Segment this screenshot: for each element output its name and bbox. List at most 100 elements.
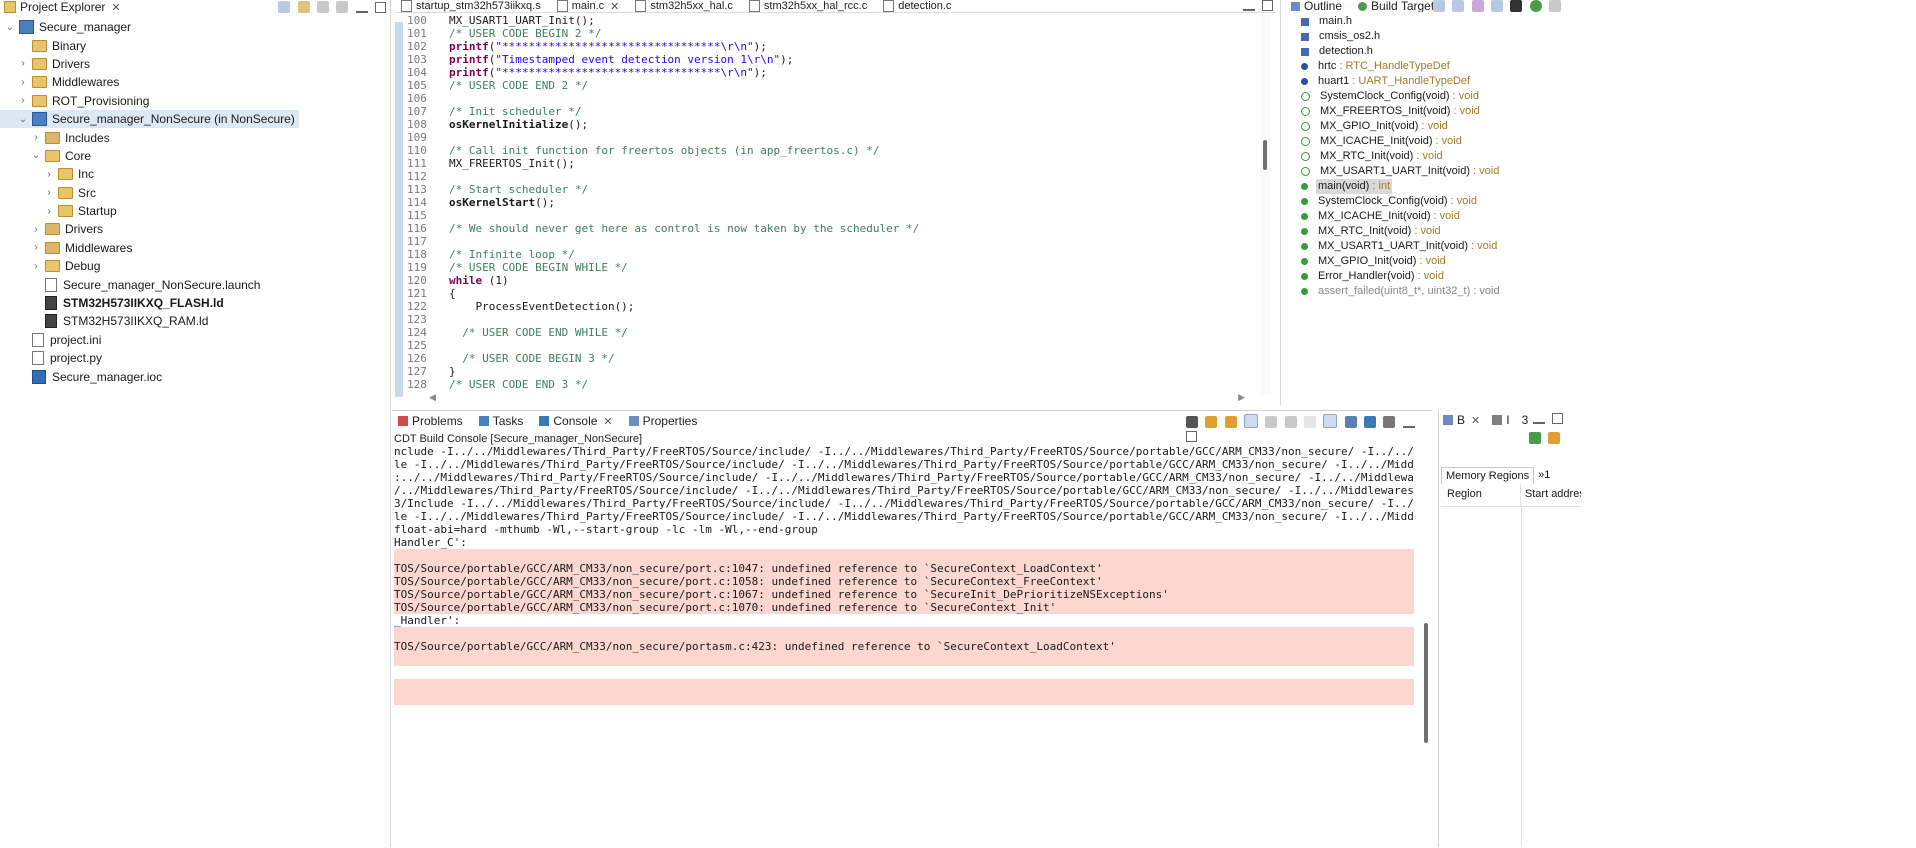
tree-item[interactable]: ⌄ Secure_manager_NonSecure (in NonSecure)	[0, 109, 299, 129]
tree-item[interactable]: › Src	[0, 184, 390, 202]
code-lines[interactable]: 100 MX_USART1_UART_Init(); 101 /* USER CODE…	[405, 14, 1265, 391]
outline-item[interactable]: MX_FREERTOS_Init(void) : void	[1281, 104, 1711, 119]
maximize-icon[interactable]	[375, 2, 386, 13]
copy-icon[interactable]	[1265, 416, 1278, 428]
sync-icon[interactable]	[1529, 0, 1542, 12]
outline-item[interactable]: MX_USART1_UART_Init(void) : void	[1281, 164, 1711, 179]
tree-item[interactable]: › Debug	[0, 257, 390, 275]
code-line[interactable]: 107 /* Init scheduler */	[405, 105, 1265, 118]
code-line[interactable]: 120 while (1)	[405, 274, 1265, 287]
outline-item[interactable]: MX_ICACHE_Init(void) : void	[1281, 134, 1711, 149]
code-line[interactable]: 122 ProcessEventDetection();	[405, 300, 1265, 313]
console-scrollbar-thumb[interactable]	[1424, 623, 1428, 743]
tree-item[interactable]: › Startup	[0, 202, 390, 220]
view-menu-icon[interactable]	[336, 1, 349, 13]
code-line[interactable]: 113 /* Start scheduler */	[405, 183, 1265, 196]
tree-item[interactable]: › Middlewares	[0, 73, 390, 91]
view-menu-icon[interactable]	[1549, 0, 1562, 12]
tab-build-analyzer[interactable]: B ✕	[1439, 410, 1491, 430]
console-tab[interactable]: Tasks	[473, 411, 534, 431]
chevron-right-icon[interactable]: ›	[43, 206, 55, 217]
column-header-region[interactable]: Region	[1441, 484, 1521, 506]
tab-memory-overflow[interactable]: »1	[1534, 469, 1554, 481]
close-icon[interactable]: ✕	[111, 1, 120, 14]
outline-item[interactable]: SystemClock_Config(void) : void	[1281, 194, 1711, 209]
tree-item[interactable]: ⌄ Core	[0, 147, 390, 165]
code-line[interactable]: 103 printf("Timestamped event detection v…	[405, 53, 1265, 66]
sort-icon[interactable]	[1433, 0, 1445, 12]
console-tab[interactable]: Console ✕	[533, 411, 623, 431]
chevron-right-icon[interactable]: ›	[17, 95, 29, 106]
editor-vertical-scrollbar[interactable]	[1261, 14, 1271, 394]
code-line[interactable]: 108 osKernelInitialize();	[405, 118, 1265, 131]
code-line[interactable]: 100 MX_USART1_UART_Init();	[405, 14, 1265, 27]
code-line[interactable]: 104 printf("*****************************…	[405, 66, 1265, 79]
code-line[interactable]: 128 /* USER CODE END 3 */	[405, 378, 1265, 391]
minimize-icon[interactable]	[1533, 416, 1545, 424]
scrollbar-thumb[interactable]	[1263, 140, 1267, 170]
word-wrap-icon[interactable]	[1304, 416, 1317, 428]
collapse-all-icon[interactable]	[278, 1, 291, 13]
link-editor-icon[interactable]	[297, 1, 310, 13]
outline-item[interactable]: Error_Handler(void) : void	[1281, 269, 1711, 284]
outline-item[interactable]: main.h	[1281, 14, 1711, 29]
outline-item[interactable]: cmsis_os2.h	[1281, 29, 1711, 44]
code-line[interactable]: 116 /* We should never get here as contro…	[405, 222, 1265, 235]
editor-tab[interactable]: stm32h5xx_hal_rcc.c	[743, 0, 877, 12]
tree-item[interactable]: › Drivers	[0, 220, 390, 238]
outline-item[interactable]: SystemClock_Config(void) : void	[1281, 89, 1711, 104]
code-line[interactable]: 118 /* Infinite loop */	[405, 248, 1265, 261]
code-line[interactable]: 101 /* USER CODE BEGIN 2 */	[405, 27, 1265, 40]
outline-item[interactable]: huart1 : UART_HandleTypeDef	[1281, 74, 1711, 89]
previous-error-icon[interactable]	[1224, 416, 1237, 428]
close-icon[interactable]: ✕	[1471, 414, 1480, 427]
code-line[interactable]: 112	[405, 170, 1265, 183]
open-console-icon[interactable]	[1364, 416, 1377, 428]
code-line[interactable]: 123	[405, 313, 1265, 326]
tree-item[interactable]: STM32H573IIKXQ_FLASH.ld	[0, 294, 390, 312]
tree-item[interactable]: › Middlewares	[0, 239, 390, 257]
editor-tab[interactable]: detection.c	[877, 0, 961, 12]
hide-static-icon[interactable]	[1471, 0, 1484, 12]
code-line[interactable]: 119 /* USER CODE BEGIN WHILE */	[405, 261, 1265, 274]
tree-item[interactable]: Binary	[0, 36, 390, 54]
chevron-right-icon[interactable]: ›	[43, 169, 55, 180]
show-console-icon[interactable]	[1244, 414, 1259, 428]
scroll-lock-icon[interactable]	[1284, 416, 1297, 428]
chevron-right-icon[interactable]: ›	[30, 261, 42, 272]
console-tab[interactable]: Properties	[623, 411, 708, 431]
group-icon[interactable]	[1510, 0, 1523, 12]
column-header-start-address[interactable]: Start addres	[1521, 484, 1581, 506]
outline-item[interactable]: MX_RTC_Init(void) : void	[1281, 149, 1711, 164]
code-line[interactable]: 126 /* USER CODE BEGIN 3 */	[405, 352, 1265, 365]
minimize-icon[interactable]	[1242, 3, 1255, 11]
outline-item[interactable]: assert_failed(uint8_t*, uint32_t) : void	[1281, 284, 1711, 299]
code-line[interactable]: 117	[405, 235, 1265, 248]
filter-icon[interactable]	[316, 1, 329, 13]
tab-outline[interactable]: Outline	[1281, 0, 1353, 12]
close-icon[interactable]: ✕	[610, 0, 619, 13]
chevron-right-icon[interactable]: ›	[30, 242, 42, 253]
editor-horizontal-scrollbar[interactable]: ◀ ▶	[425, 392, 1245, 403]
tree-item[interactable]: project.py	[0, 349, 390, 367]
outline-item[interactable]: main(void) : int	[1281, 179, 1711, 194]
code-line[interactable]: 121 {	[405, 287, 1265, 300]
chevron-right-icon[interactable]: ›	[30, 132, 42, 143]
tree-item[interactable]: STM32H573IIKXQ_RAM.ld	[0, 312, 390, 330]
outline-item[interactable]: MX_GPIO_Init(void) : void	[1281, 119, 1711, 134]
next-error-icon[interactable]	[1205, 416, 1218, 428]
code-line[interactable]: 125	[405, 339, 1265, 352]
scroll-left-icon[interactable]: ◀	[429, 392, 436, 403]
minimize-icon[interactable]	[355, 5, 368, 13]
tree-item[interactable]: › Drivers	[0, 55, 390, 73]
chevron-down-icon[interactable]: ⌄	[17, 114, 29, 125]
hide-nonpublic-icon[interactable]	[1491, 0, 1504, 12]
chevron-right-icon[interactable]: ›	[30, 224, 42, 235]
console-tab[interactable]: Problems	[392, 411, 473, 431]
outline-item[interactable]: MX_ICACHE_Init(void) : void	[1281, 209, 1711, 224]
code-line[interactable]: 115	[405, 209, 1265, 222]
tree-item[interactable]: › Includes	[0, 128, 390, 146]
clear-console-icon[interactable]	[1186, 416, 1198, 428]
maximize-icon[interactable]	[1262, 0, 1273, 11]
code-line[interactable]: 124 /* USER CODE END WHILE */	[405, 326, 1265, 339]
